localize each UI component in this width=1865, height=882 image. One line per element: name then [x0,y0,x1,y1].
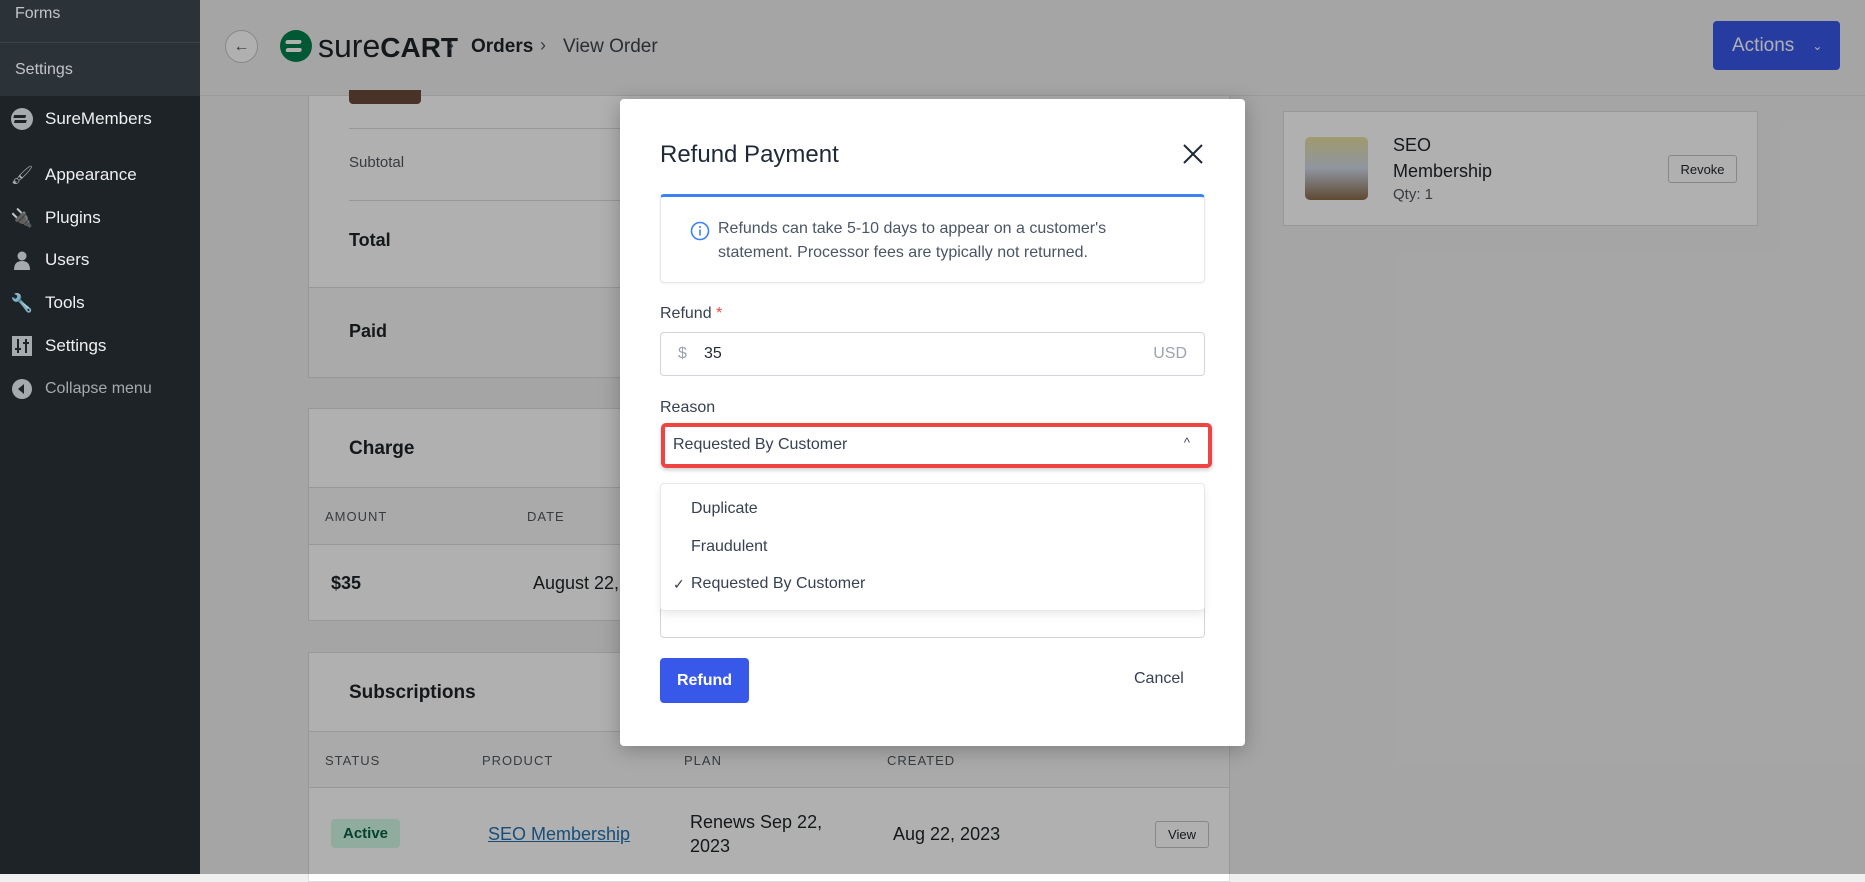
reason-label: Reason [660,399,716,416]
reason-select[interactable]: Requested By Customer ^ [661,423,1212,468]
chevron-up-icon: ^ [1183,435,1190,450]
sidebar-item-label: Collapse menu [45,380,152,397]
currency-symbol: $ [678,345,687,362]
refund-amount-input[interactable]: $ 35 USD [660,332,1205,376]
refund-label: Refund * [660,305,723,322]
admin-sidebar: Forms Settings SureMembers 🖌 Appearance 🔌… [0,0,200,874]
suremembers-icon [10,107,34,131]
sidebar-item-label: Appearance [45,165,137,184]
info-text: Refunds can take 5-10 days to appear on … [718,220,1107,237]
info-alert: Refunds can take 5-10 days to appear on … [660,194,1205,283]
plug-icon: 🔌 [10,207,34,228]
sidebar-item-users[interactable]: Users [0,242,200,278]
sliders-icon [10,334,34,358]
option-duplicate[interactable]: Duplicate [691,500,758,518]
info-text: statement. Processor fees are typically … [718,244,1088,261]
divider [0,42,200,43]
sidebar-item-label: SureMembers [45,109,152,128]
option-requested-by-customer[interactable]: Requested By Customer [691,575,865,593]
reason-dropdown-menu: Duplicate Fraudulent ✓ Requested By Cust… [660,483,1205,611]
sidebar-item-tools[interactable]: 🔧 Tools [0,285,200,321]
info-icon [690,221,710,241]
user-icon [10,248,34,272]
refund-button[interactable]: Refund [660,658,749,703]
collapse-menu-button[interactable]: Collapse menu [0,371,200,407]
sidebar-item-label: Users [45,250,90,269]
sidebar-item-label: Settings [45,336,107,355]
cancel-button[interactable]: Cancel [1134,670,1184,688]
sidebar-item-suremembers[interactable]: SureMembers [0,101,200,137]
sidebar-item-label: Plugins [45,208,101,227]
sidebar-item-appearance[interactable]: 🖌 Appearance [0,157,200,193]
sidebar-item-plugins[interactable]: 🔌 Plugins [0,200,200,236]
dialog-title: Refund Payment [660,141,839,168]
submenu-forms[interactable]: Forms [15,5,60,23]
submenu-settings[interactable]: Settings [15,61,73,79]
currency-code: USD [1153,345,1187,362]
refund-payment-dialog: Refund Payment Refunds can take 5-10 day… [620,99,1245,746]
reason-selected-value: Requested By Customer [673,436,848,453]
sidebar-item-settings[interactable]: Settings [0,328,200,364]
check-icon: ✓ [673,576,685,592]
close-icon [1183,144,1203,164]
sidebar-item-label: Tools [45,293,85,312]
option-fraudulent[interactable]: Fraudulent [691,538,768,556]
close-button[interactable] [1180,141,1206,167]
amount-value: 35 [704,345,722,362]
submenu: Forms Settings [0,0,200,96]
wrench-icon: 🔧 [10,292,34,313]
paintbrush-icon: 🖌 [10,164,34,185]
collapse-icon [10,377,34,401]
